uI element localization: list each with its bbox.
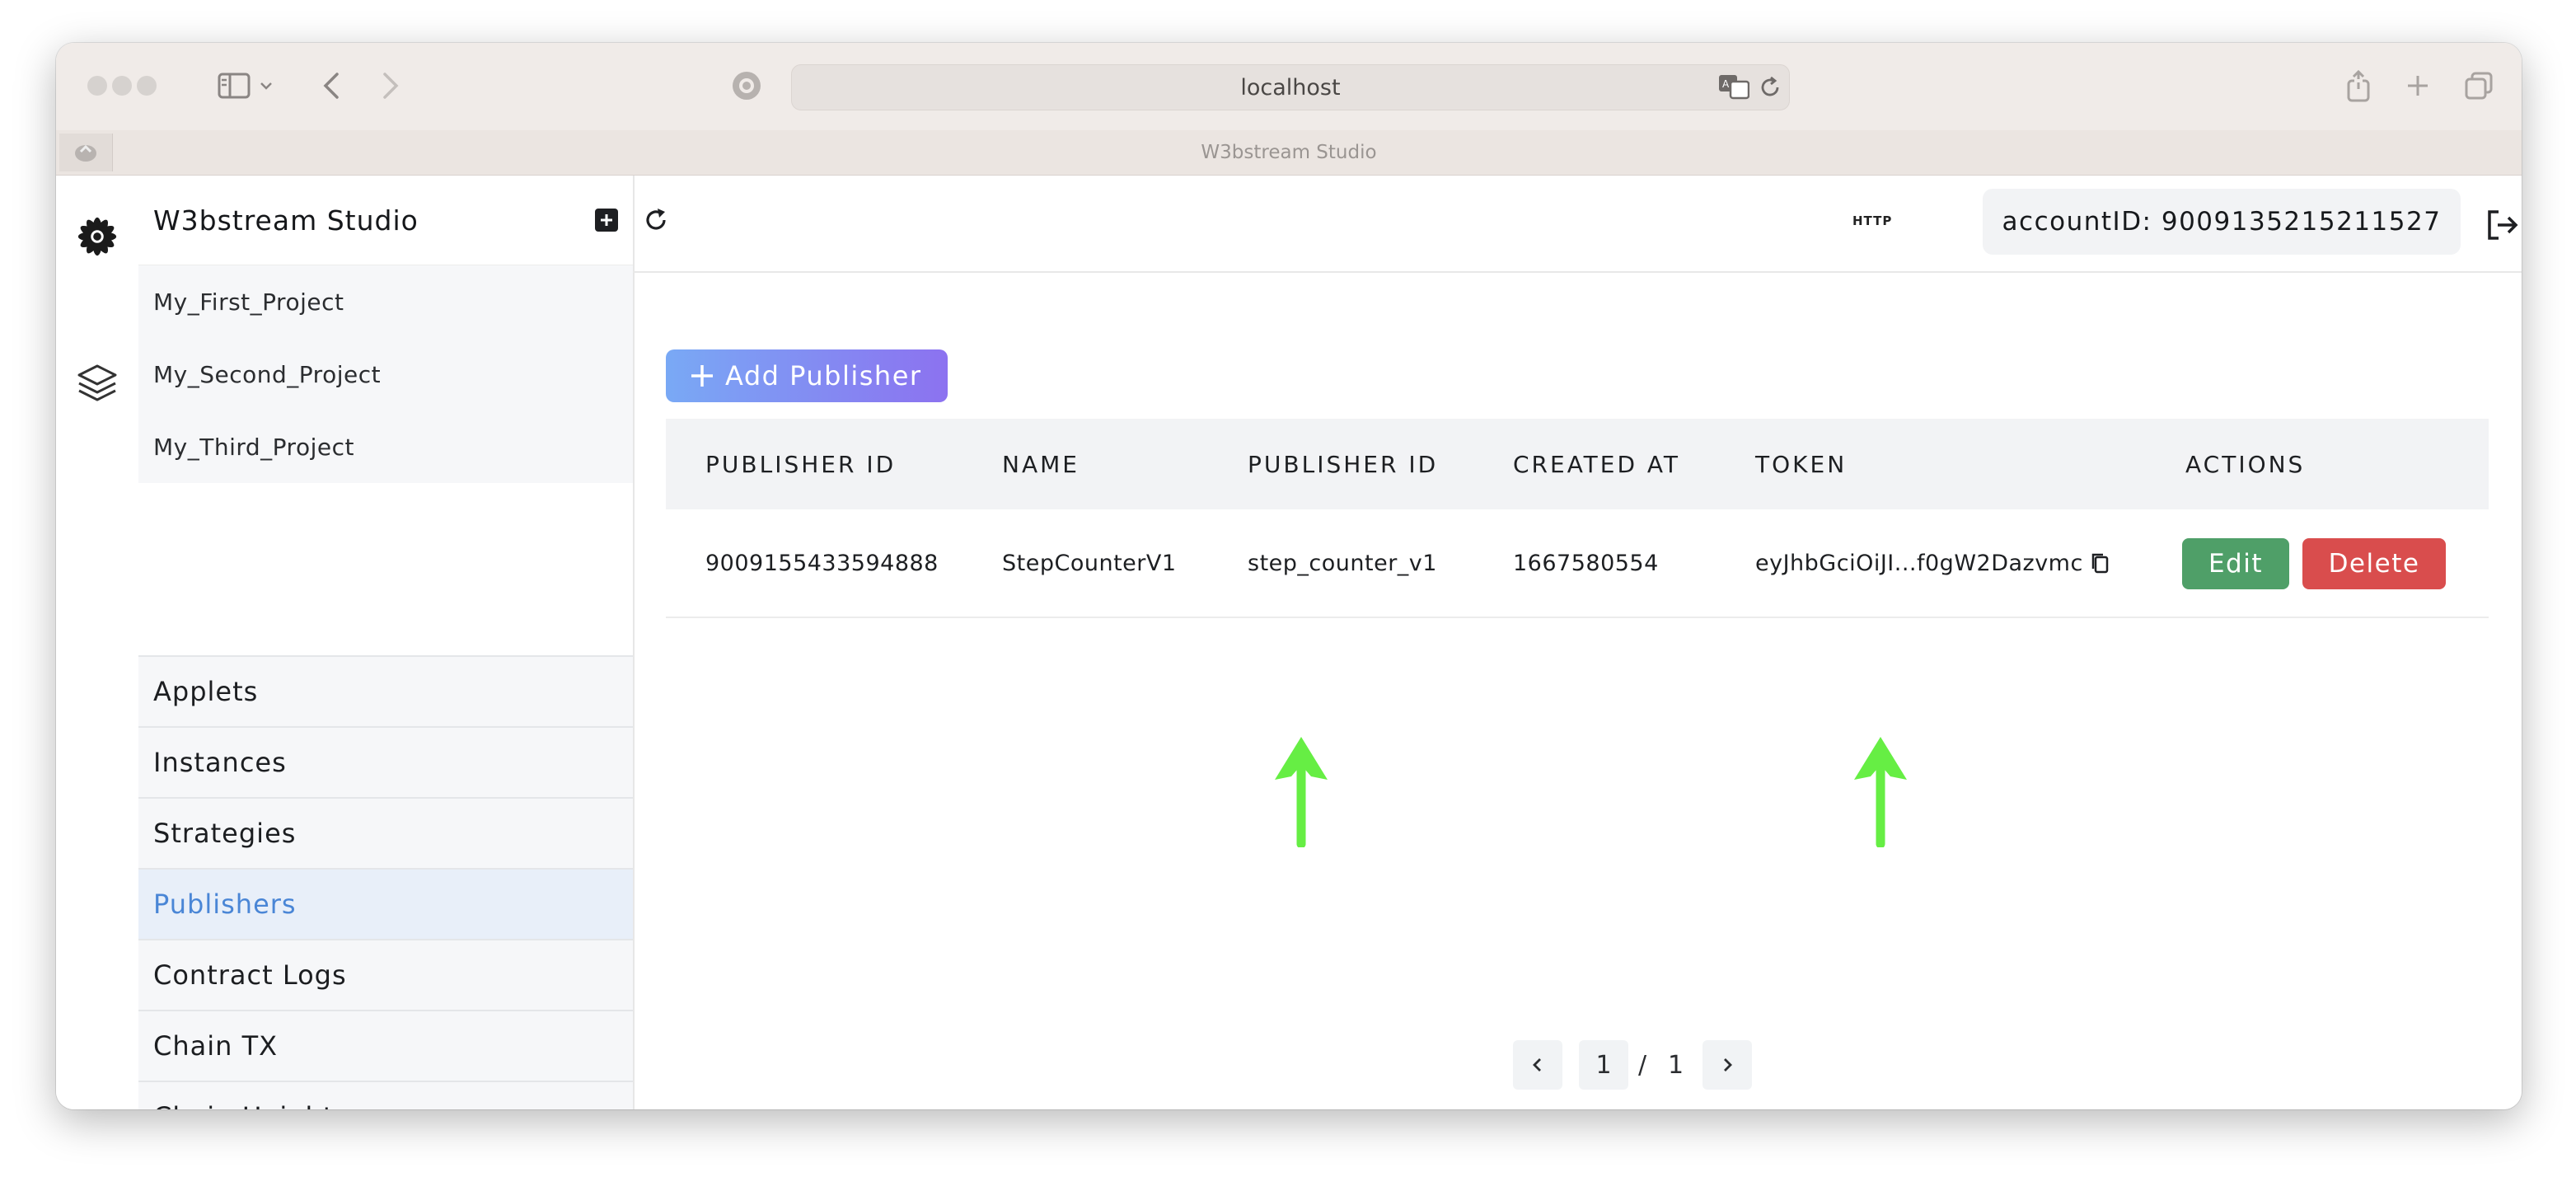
column-header: TOKEN — [1755, 450, 1848, 478]
next-page-button[interactable] — [1703, 1040, 1752, 1090]
project-list: My_First_Project My_Second_Project My_Th… — [138, 265, 633, 483]
reload-icon[interactable] — [1758, 75, 1782, 103]
annotation-arrow — [1849, 732, 1912, 849]
page-content: W3bstream Studio My_First_Project My_Sec… — [56, 176, 2522, 1109]
sidebar-toggle-icon[interactable] — [214, 66, 254, 106]
tab-bar: W3bstream Studio — [56, 130, 2522, 176]
add-project-icon[interactable] — [592, 205, 621, 235]
annotation-arrow — [1270, 732, 1332, 849]
extension-icon[interactable] — [727, 66, 766, 106]
account-id-badge[interactable]: accountID: 9009135215211527 — [1983, 189, 2461, 255]
plus-icon — [679, 363, 725, 389]
address-bar-url: localhost — [1240, 74, 1341, 101]
token-cell: eyJhbGciOiJI...f0gW2Dazvmc — [1755, 509, 2110, 617]
new-tab-icon[interactable] — [2398, 66, 2438, 106]
zoom-window-button[interactable] — [137, 76, 157, 96]
table-header: PUBLISHER ID NAME PUBLISHER ID CREATED A… — [666, 419, 2489, 509]
prev-page-button[interactable] — [1513, 1040, 1562, 1090]
project-item[interactable]: My_Second_Project — [138, 338, 633, 410]
tabs-overview-icon[interactable] — [2459, 66, 2499, 106]
forward-icon[interactable] — [371, 66, 410, 106]
menu-item-strategies[interactable]: Strategies — [138, 797, 633, 868]
menu-item-chain-height[interactable]: Chain Height — [138, 1081, 633, 1109]
layers-icon[interactable] — [71, 357, 124, 410]
translate-icon[interactable]: A — [1718, 73, 1750, 103]
menu-item-contract-logs[interactable]: Contract Logs — [138, 939, 633, 1010]
copy-icon[interactable] — [2090, 551, 2110, 574]
chevron-left-icon — [1533, 1058, 1541, 1071]
add-publisher-button[interactable]: Add Publisher — [666, 349, 948, 402]
sidebar-header: W3bstream Studio — [138, 176, 666, 265]
project-sidebar: W3bstream Studio My_First_Project My_Sec… — [138, 176, 666, 1109]
browser-toolbar: localhost A — [56, 43, 2522, 130]
menu-item-publishers[interactable]: Publishers — [138, 868, 633, 939]
project-item[interactable]: My_First_Project — [138, 265, 633, 338]
tab-title[interactable]: W3bstream Studio — [56, 130, 2522, 175]
current-page[interactable]: 1 — [1579, 1040, 1628, 1090]
address-bar[interactable]: localhost A — [791, 64, 1790, 110]
created-at-cell: 1667580554 — [1513, 550, 1659, 576]
sidebar-menu: Applets Instances Strategies Publishers … — [138, 655, 633, 1109]
column-header: NAME — [1002, 450, 1080, 478]
column-header: PUBLISHER ID — [705, 450, 897, 478]
column-header: ACTIONS — [2185, 450, 2306, 478]
tab-favicon-icon[interactable] — [59, 134, 113, 171]
name-cell: StepCounterV1 — [1002, 550, 1177, 576]
token-text: eyJhbGciOiJI...f0gW2Dazvmc — [1755, 550, 2083, 576]
column-header: PUBLISHER ID — [1248, 450, 1439, 478]
close-window-button[interactable] — [87, 76, 107, 96]
svg-text:A: A — [1722, 78, 1730, 90]
page-separator: / — [1638, 1050, 1647, 1080]
chevron-right-icon — [1724, 1058, 1732, 1071]
chevron-down-icon[interactable] — [254, 66, 279, 106]
publishers-table: PUBLISHER ID NAME PUBLISHER ID CREATED A… — [666, 419, 2489, 618]
pagination: 1 / 1 — [1513, 1040, 1760, 1090]
project-item[interactable]: My_Third_Project — [138, 410, 633, 483]
total-pages: 1 — [1668, 1050, 1684, 1080]
share-icon[interactable] — [2339, 66, 2378, 106]
publisher-id-cell: 9009155433594888 — [705, 550, 939, 576]
browser-window: localhost A W3bstream Studio W3bstream S… — [56, 43, 2522, 1109]
delete-button[interactable]: Delete — [2302, 538, 2446, 589]
table-row: 9009155433594888 StepCounterV1 step_coun… — [666, 509, 2489, 618]
edit-button[interactable]: Edit — [2182, 538, 2289, 589]
menu-item-chain-tx[interactable]: Chain TX — [138, 1010, 633, 1081]
back-icon[interactable] — [311, 66, 351, 106]
minimize-window-button[interactable] — [112, 76, 132, 96]
menu-item-applets[interactable]: Applets — [138, 655, 633, 726]
logout-icon[interactable] — [2485, 207, 2521, 243]
publisher-key-cell: step_counter_v1 — [1248, 550, 1437, 576]
main-panel: HTTP accountID: 9009135215211527 Add Pub… — [633, 176, 2522, 1109]
column-header: CREATED AT — [1513, 450, 1681, 478]
add-publisher-label: Add Publisher — [725, 360, 922, 392]
menu-item-instances[interactable]: Instances — [138, 726, 633, 797]
logo-icon[interactable] — [71, 210, 124, 263]
icon-rail — [56, 176, 139, 1109]
top-bar: HTTP accountID: 9009135215211527 — [633, 176, 2522, 273]
app-title: W3bstream Studio — [153, 204, 419, 237]
http-icon[interactable]: HTTP — [1852, 213, 1892, 228]
